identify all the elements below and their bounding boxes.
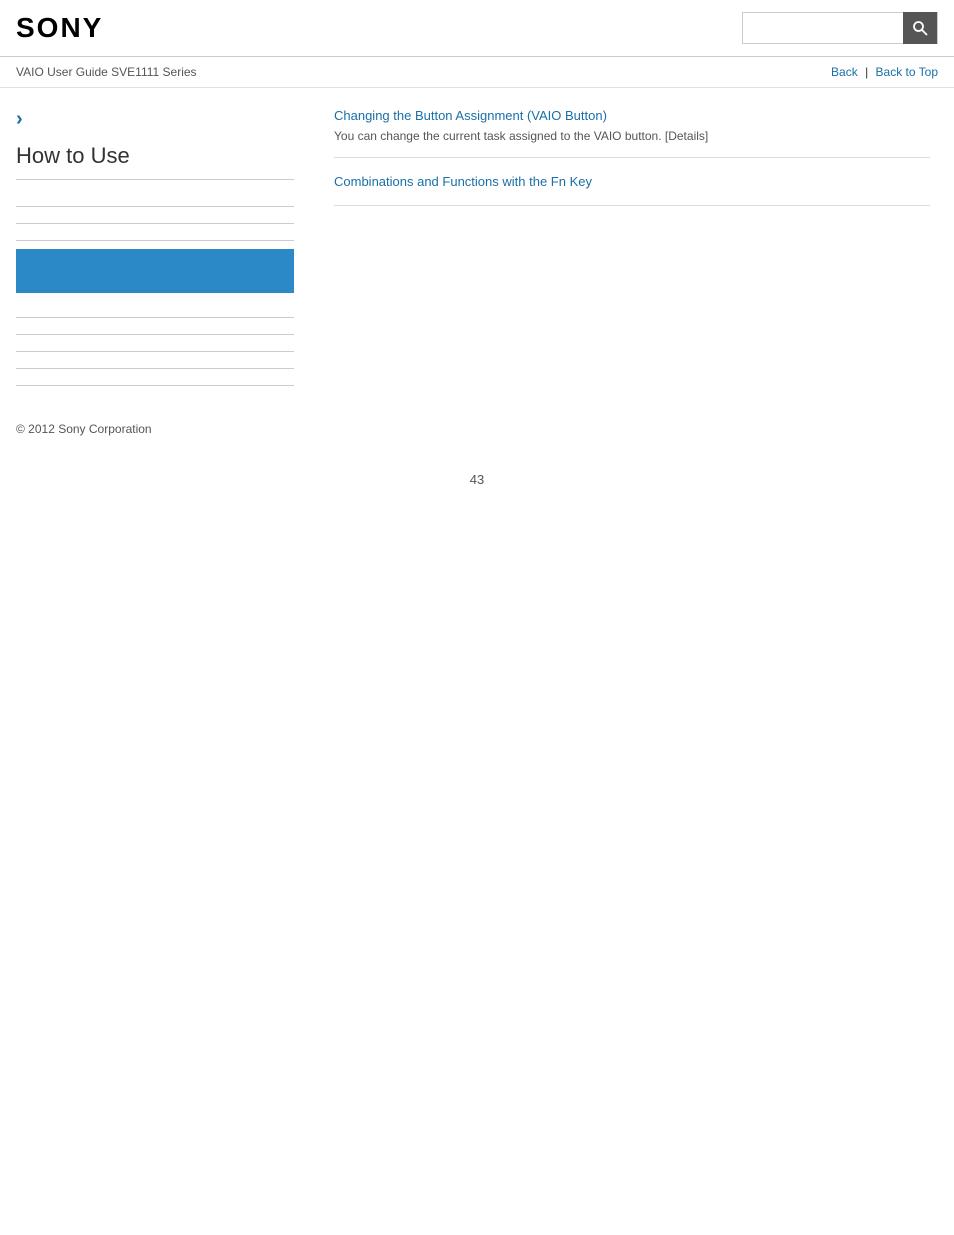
header: SONY <box>0 0 954 57</box>
sony-logo: SONY <box>16 12 103 44</box>
chevron-icon: › <box>16 108 294 131</box>
search-input[interactable] <box>743 21 903 36</box>
guide-title: VAIO User Guide SVE1111 Series <box>16 65 197 79</box>
sidebar: › How to Use <box>0 88 310 406</box>
search-icon <box>912 20 928 36</box>
sidebar-item-2[interactable] <box>16 207 294 224</box>
content-description-1: You can change the current task assigned… <box>334 129 708 143</box>
content-item-2: Combinations and Functions with the Fn K… <box>334 174 930 206</box>
search-box <box>742 12 938 44</box>
nav-bar: VAIO User Guide SVE1111 Series Back | Ba… <box>0 57 954 88</box>
nav-links: Back | Back to Top <box>831 65 938 79</box>
sidebar-item-7[interactable] <box>16 335 294 352</box>
content-item-1: Changing the Button Assignment (VAIO But… <box>334 108 930 158</box>
sidebar-item-5[interactable] <box>16 301 294 318</box>
nav-separator: | <box>865 65 871 79</box>
content-area: Changing the Button Assignment (VAIO But… <box>310 88 954 406</box>
footer: © 2012 Sony Corporation <box>0 406 954 452</box>
page-number: 43 <box>0 452 954 507</box>
sidebar-item-6[interactable] <box>16 318 294 335</box>
search-button[interactable] <box>903 12 937 44</box>
sidebar-item-3[interactable] <box>16 224 294 241</box>
sidebar-item-8[interactable] <box>16 352 294 369</box>
content-link-1[interactable]: Changing the Button Assignment (VAIO But… <box>334 108 930 123</box>
back-link[interactable]: Back <box>831 65 858 79</box>
copyright: © 2012 Sony Corporation <box>16 422 152 436</box>
back-to-top-link[interactable]: Back to Top <box>876 65 938 79</box>
sidebar-item-1[interactable] <box>16 190 294 207</box>
sidebar-item-9[interactable] <box>16 369 294 386</box>
sidebar-highlighted-item[interactable] <box>16 249 294 293</box>
content-link-2[interactable]: Combinations and Functions with the Fn K… <box>334 174 930 189</box>
sidebar-section-title: How to Use <box>16 143 294 180</box>
main-container: › How to Use Changing the Button Assignm… <box>0 88 954 406</box>
